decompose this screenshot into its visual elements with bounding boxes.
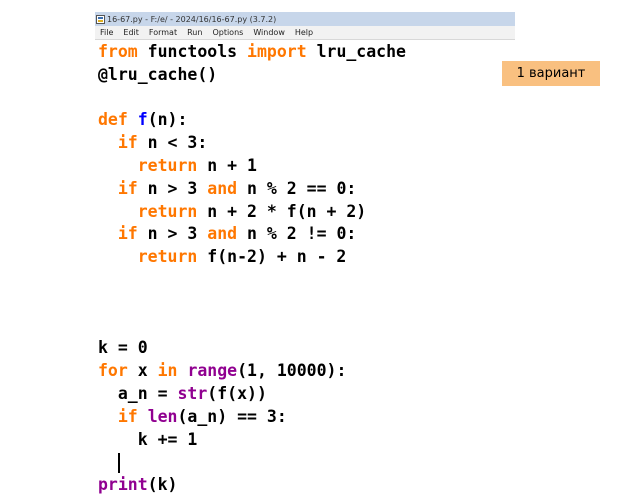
- code-token: n < 3:: [137, 133, 208, 153]
- code-keyword: return: [137, 201, 198, 221]
- window-titlebar: 16-67.py - F:/e/ - 2024/16/16-67.py (3.7…: [95, 12, 515, 26]
- code-keyword: return: [137, 247, 198, 267]
- code-line: print(k): [98, 474, 406, 497]
- code-token: a_n =: [98, 383, 178, 403]
- code-token: x: [127, 361, 158, 381]
- code-line: @lru_cache(): [98, 64, 406, 87]
- text-cursor: [117, 452, 120, 473]
- code-token: n + 2 * f(n + 2): [197, 201, 367, 221]
- code-token: (k): [147, 475, 178, 495]
- code-keyword: def: [98, 110, 128, 130]
- code-line: a_n = str(f(x)): [98, 383, 406, 406]
- code-token: n > 3: [137, 178, 208, 198]
- menu-format[interactable]: Format: [144, 28, 182, 37]
- code-line: if n < 3:: [98, 132, 406, 155]
- menu-bar: File Edit Format Run Options Window Help: [95, 26, 515, 40]
- menu-help[interactable]: Help: [290, 28, 318, 37]
- code-line: k += 1: [98, 429, 406, 452]
- code-builtin: print: [98, 475, 148, 495]
- code-keyword: import: [247, 42, 307, 61]
- code-editor[interactable]: from functools import lru_cache @lru_cach…: [98, 41, 406, 497]
- code-token: (f(x)): [207, 383, 267, 403]
- menu-edit[interactable]: Edit: [118, 28, 144, 37]
- code-keyword: and: [207, 224, 238, 244]
- code-token: (n):: [147, 110, 188, 130]
- code-keyword: and: [207, 178, 238, 198]
- code-builtin: str: [177, 383, 208, 403]
- code-line: k = 0: [98, 337, 406, 360]
- code-function-name: f: [137, 110, 148, 130]
- code-keyword: if: [117, 178, 138, 198]
- code-token: k = 0: [98, 338, 148, 358]
- code-keyword: for: [98, 361, 128, 381]
- code-builtin: range: [187, 361, 238, 381]
- code-token: k += 1: [98, 429, 198, 449]
- code-token: lru_cache: [306, 42, 406, 61]
- code-line: for x in range(1, 10000):: [98, 360, 406, 383]
- variant-badge: 1 вариант: [502, 61, 600, 86]
- menu-file[interactable]: File: [95, 28, 118, 37]
- code-token: (a_n) == 3:: [177, 406, 287, 426]
- code-token: f(n-2) + n - 2: [197, 247, 347, 267]
- menu-window[interactable]: Window: [248, 28, 290, 37]
- code-token: (1, 10000):: [237, 361, 347, 381]
- variant-label: 1 вариант: [516, 66, 586, 81]
- code-builtin: len: [147, 406, 178, 426]
- code-token: functools: [137, 42, 248, 61]
- code-line: return f(n-2) + n - 2: [98, 246, 406, 269]
- code-line: return n + 2 * f(n + 2): [98, 201, 406, 224]
- code-token: n > 3: [137, 224, 208, 244]
- code-keyword: if: [117, 133, 138, 153]
- code-keyword: from: [98, 42, 138, 61]
- code-line: def f(n):: [98, 109, 406, 132]
- code-token: n + 1: [197, 155, 257, 175]
- code-line: if n > 3 and n % 2 == 0:: [98, 178, 406, 201]
- code-keyword: return: [137, 155, 198, 175]
- code-token: n % 2 == 0:: [237, 178, 357, 198]
- code-line: if len(a_n) == 3:: [98, 406, 406, 429]
- python-file-icon: [96, 14, 105, 24]
- code-line: return n + 1: [98, 155, 406, 178]
- code-keyword: if: [117, 406, 138, 426]
- code-line: from functools import lru_cache: [98, 41, 406, 64]
- code-line: if n > 3 and n % 2 != 0:: [98, 223, 406, 246]
- code-token: @lru_cache(): [98, 64, 218, 84]
- idle-editor-window: 16-67.py - F:/e/ - 2024/16/16-67.py (3.7…: [95, 12, 515, 494]
- code-line: [98, 451, 406, 474]
- window-title: 16-67.py - F:/e/ - 2024/16/16-67.py (3.7…: [107, 14, 277, 24]
- menu-options[interactable]: Options: [207, 28, 248, 37]
- code-keyword: if: [117, 224, 138, 244]
- code-token: n % 2 != 0:: [237, 224, 357, 244]
- code-keyword: in: [157, 361, 178, 381]
- menu-run[interactable]: Run: [182, 28, 207, 37]
